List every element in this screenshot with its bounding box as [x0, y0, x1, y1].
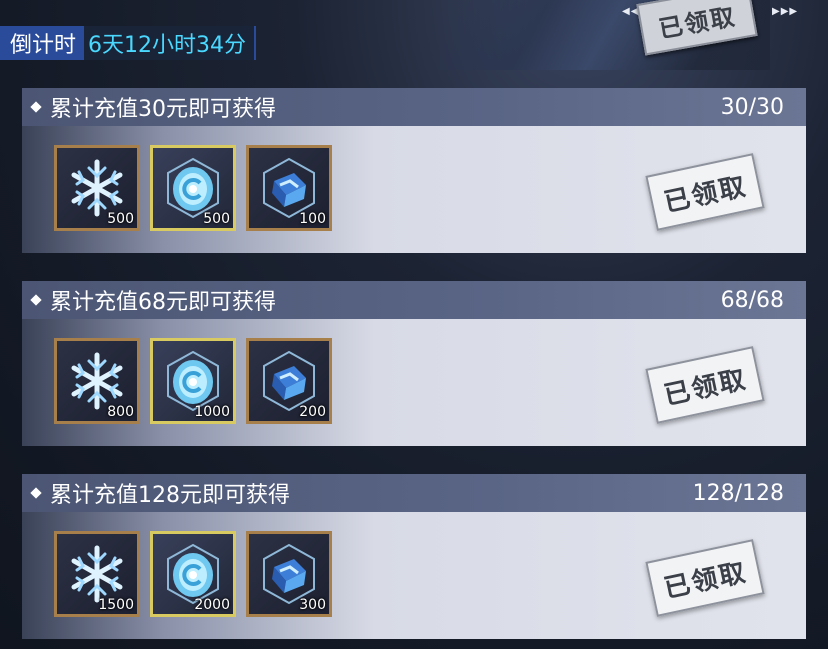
reward-item[interactable]: 500 — [150, 145, 236, 231]
diamond-bullet-icon — [30, 101, 42, 113]
reward-quantity: 200 — [299, 404, 326, 420]
arrow-right-icon: ▶▶▶ — [772, 6, 799, 17]
reward-item[interactable]: 500 — [54, 145, 140, 231]
tier-body: 800 1000 200 已领取 — [22, 319, 806, 446]
reward-tier-card: 累计充值30元即可获得 30/30 500 500 100 已领取 — [22, 88, 806, 253]
reward-list: 500 500 100 — [54, 145, 332, 231]
tier-progress: 128/128 — [692, 480, 784, 506]
reward-quantity: 500 — [203, 211, 230, 227]
diamond-bullet-icon — [30, 294, 42, 306]
reward-quantity: 500 — [107, 211, 134, 227]
reward-item[interactable]: 800 — [54, 338, 140, 424]
reward-tier-card: 累计充值68元即可获得 68/68 800 1000 200 已领取 — [22, 281, 806, 446]
tier-header: 累计充值68元即可获得 68/68 — [22, 281, 806, 319]
countdown-bar: 倒计时 6天12小时34分 — [0, 26, 257, 60]
claimed-stamp-label: 已领取 — [656, 1, 739, 44]
diamond-bullet-icon — [30, 487, 42, 499]
claimed-stamp: 已领取 — [645, 539, 765, 617]
tier-progress: 68/68 — [720, 287, 784, 313]
reward-item[interactable]: 300 — [246, 531, 332, 617]
tier-header: 累计充值128元即可获得 128/128 — [22, 474, 806, 512]
claimed-stamp-label: 已领取 — [661, 364, 750, 411]
claimed-stamp-label: 已领取 — [661, 171, 750, 218]
countdown-value: 6天12小时34分 — [84, 26, 257, 60]
reward-tier-card: 累计充值128元即可获得 128/128 1500 2000 300 已领取 — [22, 474, 806, 639]
reward-quantity: 1000 — [194, 404, 230, 420]
reward-list: 1500 2000 300 — [54, 531, 332, 617]
reward-item[interactable]: 1000 — [150, 338, 236, 424]
tier-header: 累计充值30元即可获得 30/30 — [22, 88, 806, 126]
reward-item[interactable]: 100 — [246, 145, 332, 231]
tier-progress: 30/30 — [720, 94, 784, 120]
claimed-stamp-label: 已领取 — [661, 557, 750, 604]
tier-title: 累计充值30元即可获得 — [50, 97, 276, 122]
tier-body: 1500 2000 300 已领取 — [22, 512, 806, 639]
reward-quantity: 1500 — [98, 597, 134, 613]
claimed-stamp: 已领取 — [645, 153, 765, 231]
reward-item[interactable]: 2000 — [150, 531, 236, 617]
reward-quantity: 300 — [299, 597, 326, 613]
reward-item[interactable]: 200 — [246, 338, 332, 424]
reward-item[interactable]: 1500 — [54, 531, 140, 617]
claimed-stamp: 已领取 — [645, 346, 765, 424]
tier-title: 累计充值68元即可获得 — [50, 290, 276, 315]
tier-title: 累计充值128元即可获得 — [50, 483, 290, 508]
countdown-label: 倒计时 — [0, 26, 85, 60]
reward-quantity: 2000 — [194, 597, 230, 613]
tier-body: 500 500 100 已领取 — [22, 126, 806, 253]
reward-quantity: 100 — [299, 211, 326, 227]
reward-list: 800 1000 200 — [54, 338, 332, 424]
reward-quantity: 800 — [107, 404, 134, 420]
